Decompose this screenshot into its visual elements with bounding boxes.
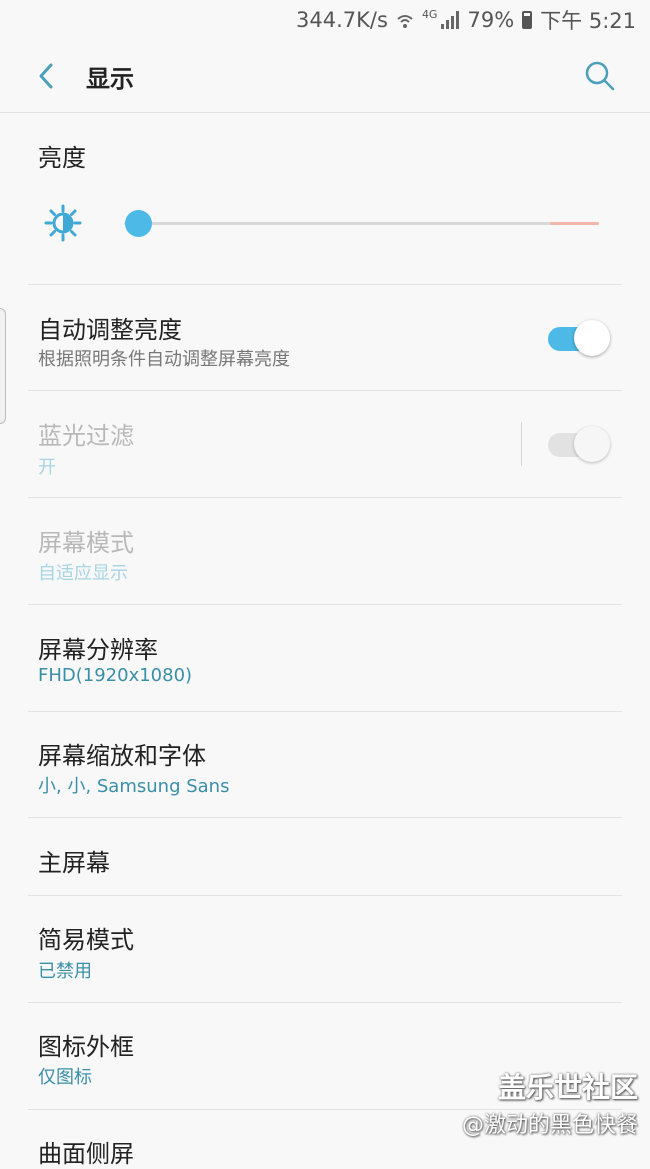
status-bar: 344.7K/s 4G 79% 下午 5:21	[0, 0, 650, 40]
search-icon	[585, 61, 615, 91]
search-button[interactable]	[580, 56, 620, 96]
page-title: 显示	[86, 64, 134, 93]
watermark-community: 盖乐世社区	[497, 1071, 638, 1104]
edge-screen-label: 曲面侧屏	[38, 1140, 134, 1168]
divider	[28, 284, 622, 285]
auto-brightness-desc: 根据照明条件自动调整屏幕亮度	[38, 349, 290, 370]
network-speed: 344.7K/s	[296, 8, 388, 32]
blue-light-filter-status: 开	[38, 457, 56, 478]
home-screen-label: 主屏幕	[38, 849, 110, 877]
vertical-separator	[521, 422, 522, 466]
brightness-icon	[44, 204, 82, 242]
auto-brightness-toggle[interactable]	[548, 320, 610, 356]
easy-mode-label: 简易模式	[38, 926, 134, 954]
app-bar: 显示	[0, 40, 650, 113]
watermark-author: @激动的黑色快餐	[461, 1113, 638, 1138]
screen-mode-row[interactable]: 屏幕模式 自适应显示	[0, 498, 650, 604]
blue-light-filter-row[interactable]: 蓝光过滤 开	[0, 391, 650, 497]
clock: 下午 5:21	[540, 9, 636, 33]
slider-track[interactable]	[124, 222, 599, 225]
screen-zoom-font-row[interactable]: 屏幕缩放和字体 小, 小, Samsung Sans	[0, 712, 650, 817]
icon-frames-label: 图标外框	[38, 1033, 134, 1061]
easy-mode-row[interactable]: 简易模式 已禁用	[0, 896, 650, 1002]
easy-mode-status: 已禁用	[38, 961, 92, 982]
icon-frames-value: 仅图标	[38, 1067, 92, 1088]
slider-high-range	[550, 222, 599, 225]
blue-light-filter-toggle[interactable]	[548, 426, 610, 462]
screen-mode-label: 屏幕模式	[38, 529, 134, 557]
wifi-icon	[396, 11, 414, 29]
screen-zoom-font-value: 小, 小, Samsung Sans	[38, 776, 230, 797]
screen-resolution-label: 屏幕分辨率	[38, 636, 158, 664]
screen-mode-value: 自适应显示	[38, 563, 128, 584]
home-screen-row[interactable]: 主屏幕	[0, 818, 650, 895]
auto-brightness-row[interactable]: 自动调整亮度 根据照明条件自动调整屏幕亮度	[0, 290, 650, 390]
blue-light-filter-label: 蓝光过滤	[38, 422, 134, 450]
screen-resolution-row[interactable]: 屏幕分辨率 FHD(1920x1080)	[0, 605, 650, 711]
slider-thumb[interactable]	[124, 210, 152, 237]
chevron-left-icon	[39, 63, 53, 89]
battery-percent: 79%	[467, 8, 515, 32]
screen-zoom-font-label: 屏幕缩放和字体	[38, 742, 206, 770]
back-button[interactable]	[26, 56, 66, 96]
screen-resolution-value: FHD(1920x1080)	[38, 665, 193, 686]
auto-brightness-label: 自动调整亮度	[38, 316, 182, 344]
network-type: 4G	[421, 7, 438, 21]
signal-icon	[441, 11, 460, 29]
battery-icon	[522, 11, 533, 29]
brightness-slider[interactable]	[40, 200, 610, 248]
brightness-title: 亮度	[38, 144, 86, 172]
